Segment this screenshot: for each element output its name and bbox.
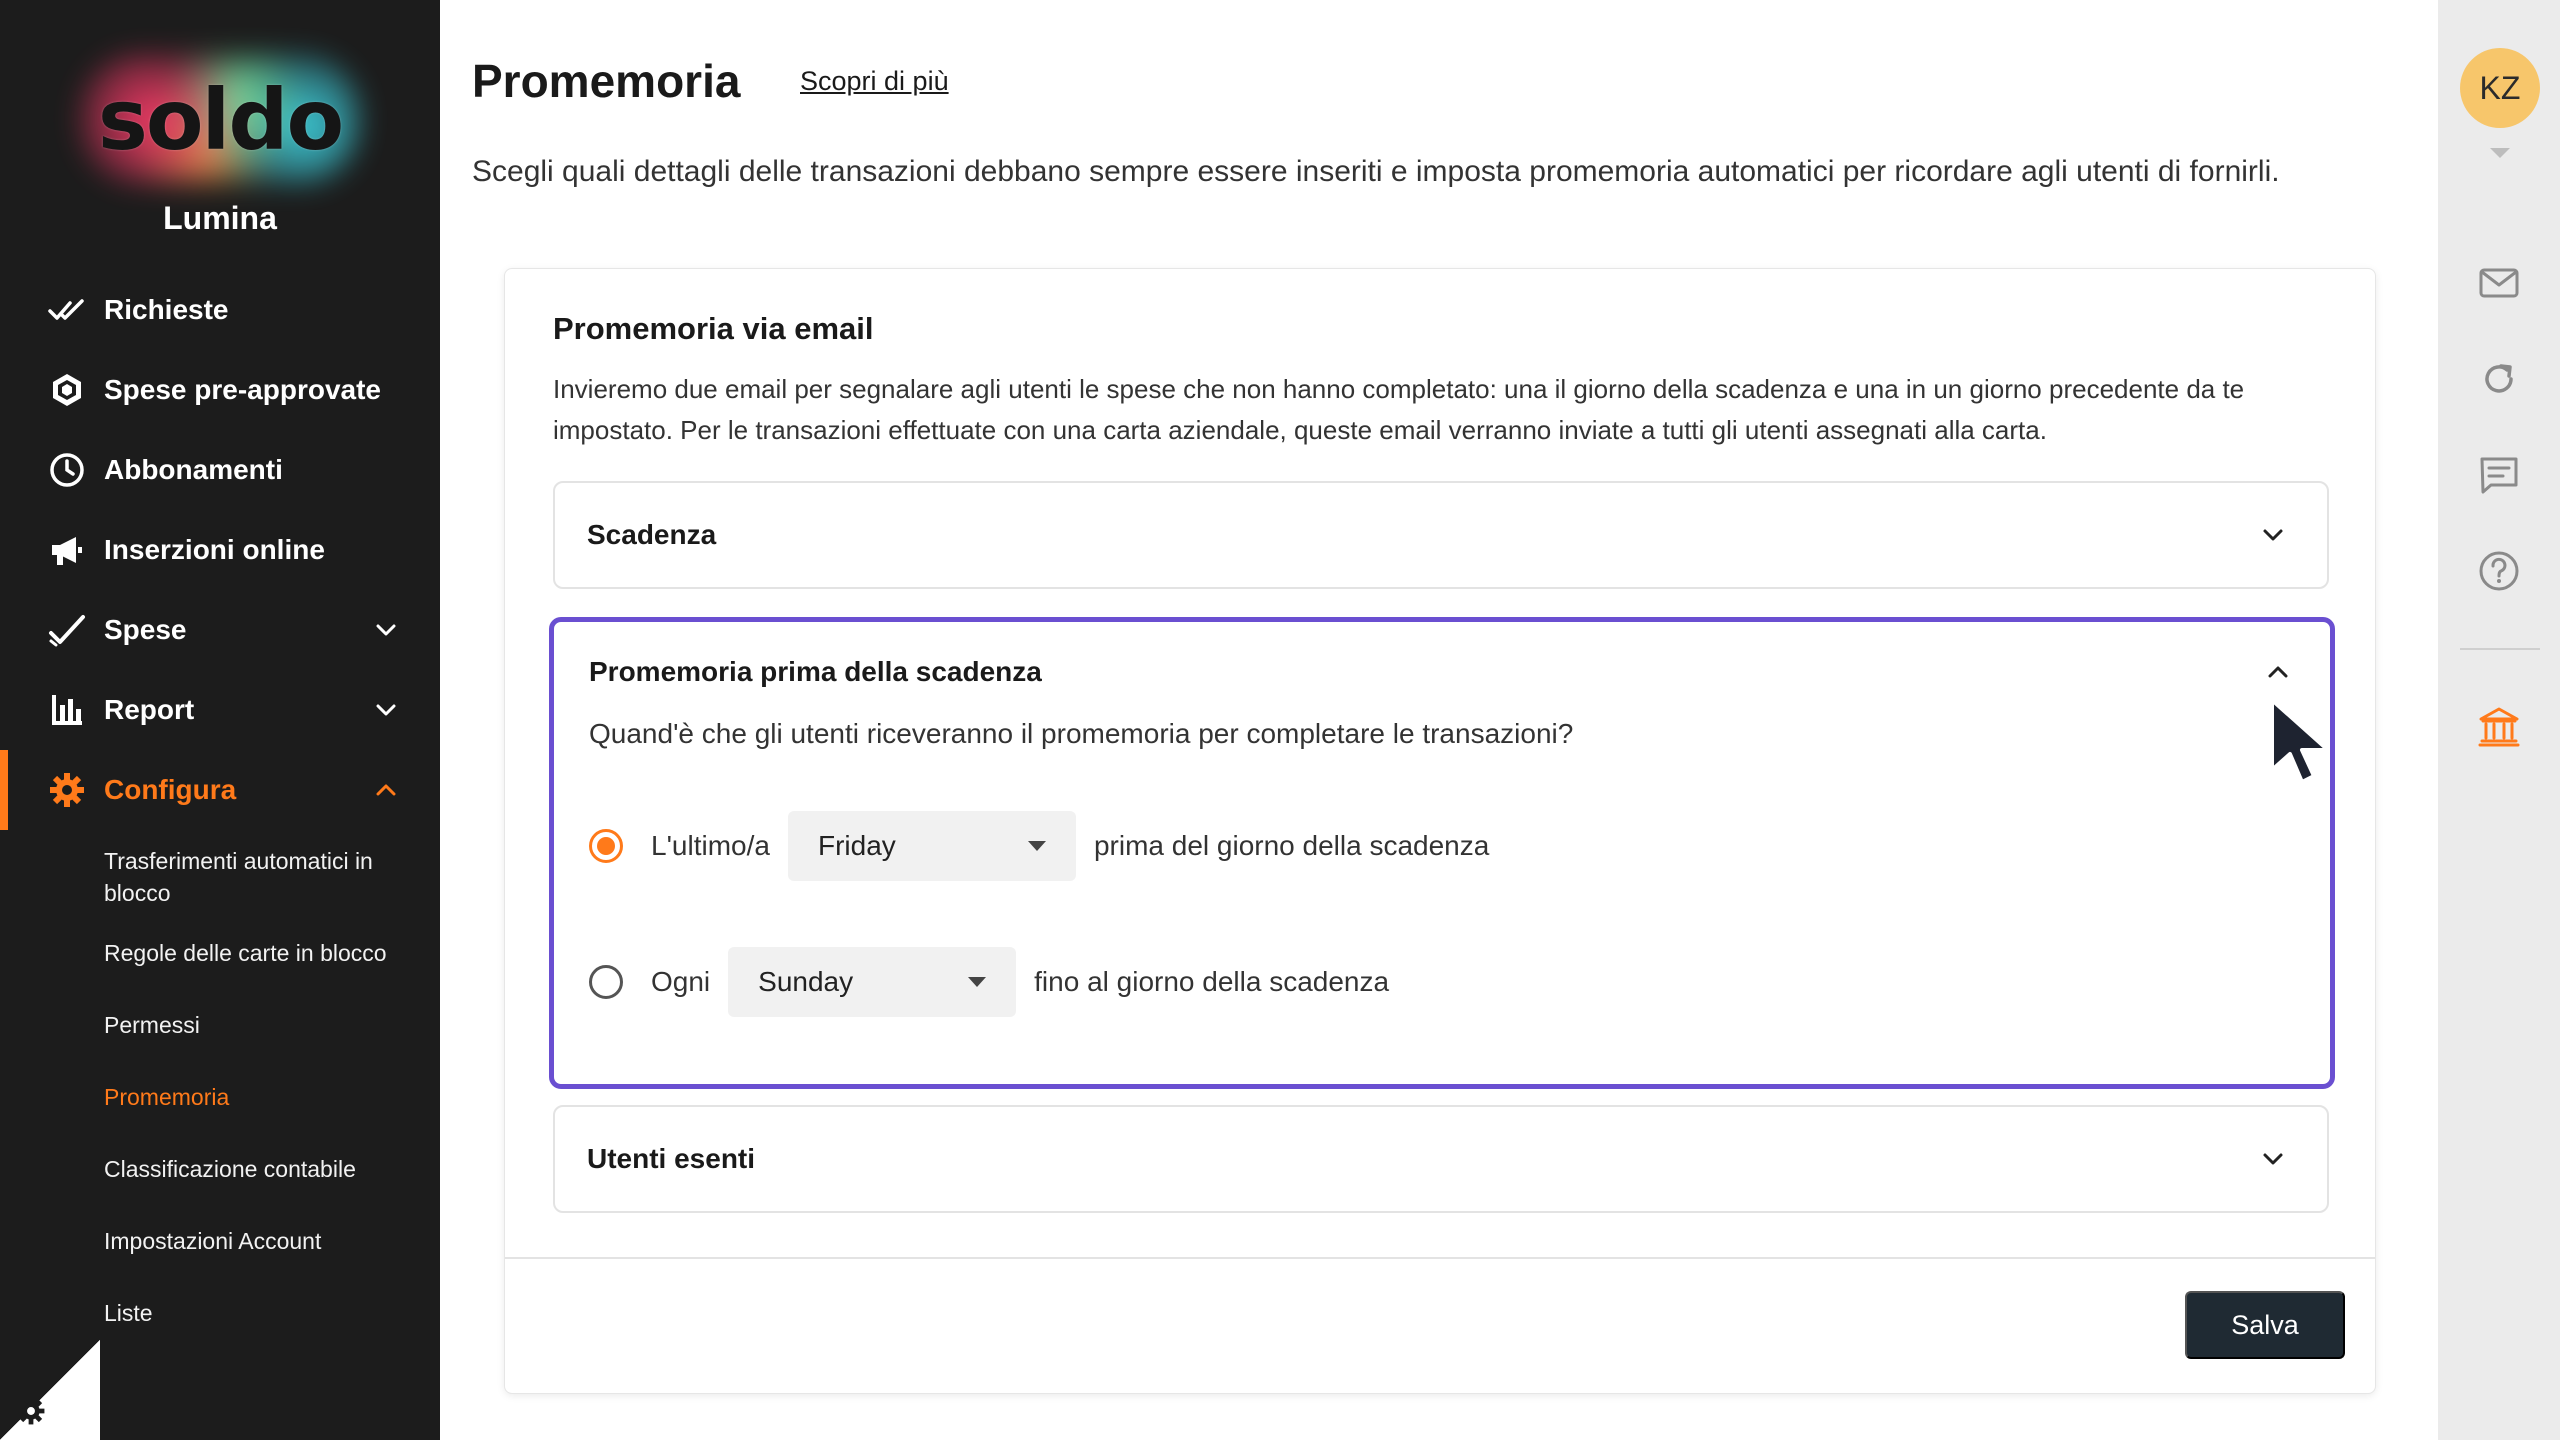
sidebar-item-report[interactable]: Report xyxy=(0,670,440,750)
bar-chart-icon xyxy=(48,691,86,729)
clock-icon xyxy=(48,451,86,489)
chevron-down-icon[interactable] xyxy=(2259,1145,2287,1173)
chevron-up-icon[interactable] xyxy=(2264,658,2292,686)
card-description: Invieremo due email per segnalare agli u… xyxy=(553,374,2245,445)
caret-down-icon xyxy=(1027,841,1046,851)
subnav-item-trasferimenti[interactable]: Trasferimenti automatici in blocco xyxy=(0,845,440,917)
sidebar-item-spese-pre-approvate[interactable]: Spese pre-approvate xyxy=(0,350,440,430)
refresh-icon[interactable] xyxy=(2476,356,2522,402)
radio-dot xyxy=(597,837,615,855)
email-reminders-card: Promemoria via email Invieremo due email… xyxy=(504,268,2376,1394)
right-rail: KZ xyxy=(2438,0,2560,1440)
chevron-up-icon[interactable] xyxy=(372,776,400,804)
sidebar-item-inserzioni-online[interactable]: Inserzioni online xyxy=(0,510,440,590)
sidebar: soldo Lumina Richieste Spese pre-approva… xyxy=(0,0,440,1440)
help-icon[interactable] xyxy=(2476,548,2522,594)
caret-down-icon[interactable] xyxy=(2490,148,2510,158)
radio-every[interactable] xyxy=(589,965,623,999)
rail-divider xyxy=(2460,648,2540,650)
gear-icon xyxy=(48,771,86,809)
mouse-cursor-icon xyxy=(2270,698,2330,784)
select-value: Friday xyxy=(817,830,896,861)
accordion-reminder: Promemoria prima della scadenza Quand'è … xyxy=(549,617,2335,1089)
settings-gear-icon xyxy=(17,1397,45,1425)
caret-down-icon xyxy=(968,977,987,987)
subnav-item-impostazioni[interactable]: Impostazioni Account xyxy=(0,1205,440,1277)
accordion-exempt-title: Utenti esenti xyxy=(587,1143,756,1174)
double-check-icon xyxy=(48,291,86,329)
subnav-item-regole-carte[interactable]: Regole delle carte in blocco xyxy=(0,917,440,989)
footer-divider xyxy=(505,1257,2375,1259)
subnav-item-promemoria[interactable]: Promemoria xyxy=(0,1061,440,1133)
sidebar-item-configura[interactable]: Configura xyxy=(0,750,440,830)
subnav-item-liste[interactable]: Liste xyxy=(0,1277,440,1349)
company-name: Lumina xyxy=(163,200,277,236)
brand-logo-text: soldo xyxy=(97,71,344,169)
accordion-deadline[interactable]: Scadenza xyxy=(553,481,2329,589)
page-title: Promemoria xyxy=(472,55,741,107)
sidebar-item-label: Inserzioni online xyxy=(104,534,325,565)
accordion-deadline-title: Scadenza xyxy=(587,519,717,550)
check-icon xyxy=(48,611,86,649)
main-content: Promemoria Scopri di più Scegli quali de… xyxy=(440,0,2438,1440)
sidebar-nav: Richieste Spese pre-approvate Abbonament… xyxy=(0,270,440,830)
mail-icon[interactable] xyxy=(2476,260,2522,306)
brand-logo[interactable]: soldo xyxy=(40,40,400,200)
sidebar-item-abbonamenti[interactable]: Abbonamenti xyxy=(0,430,440,510)
reminder-option-every: Ogni Sunday fino al giorno della scadenz… xyxy=(589,946,1389,1018)
weekday-select-last[interactable]: Friday xyxy=(787,811,1076,881)
learn-more-link[interactable]: Scopri di più xyxy=(800,66,949,97)
subnav-item-classificazione[interactable]: Classificazione contabile xyxy=(0,1133,440,1205)
accordion-reminder-title[interactable]: Promemoria prima della scadenza xyxy=(589,620,1042,724)
option-last-label: L'ultimo/a xyxy=(651,830,770,861)
configura-subnav: Trasferimenti automatici in blocco Regol… xyxy=(0,830,440,1349)
select-value: Sunday xyxy=(758,966,854,997)
sidebar-item-label: Configura xyxy=(104,774,237,805)
chevron-down-icon[interactable] xyxy=(2259,521,2287,549)
chat-icon[interactable] xyxy=(2476,452,2522,498)
reminder-option-last: L'ultimo/a Friday prima del giorno della… xyxy=(589,810,1489,882)
sidebar-item-label: Spese xyxy=(104,614,187,645)
card-title: Promemoria via email xyxy=(553,311,874,346)
weekday-select-every[interactable]: Sunday xyxy=(728,947,1017,1017)
sidebar-item-label: Richieste xyxy=(104,294,229,325)
page-description: Scegli quali dettagli delle transazioni … xyxy=(472,155,2280,188)
user-avatar[interactable]: KZ xyxy=(2460,48,2540,128)
settings-button[interactable] xyxy=(12,1392,50,1430)
hexagon-icon xyxy=(48,371,86,409)
subnav-item-permessi[interactable]: Permessi xyxy=(0,989,440,1061)
chevron-down-icon[interactable] xyxy=(372,696,400,724)
save-button[interactable]: Salva xyxy=(2185,1291,2345,1359)
sidebar-item-label: Report xyxy=(104,694,195,725)
chevron-down-icon[interactable] xyxy=(372,616,400,644)
option-every-label: Ogni xyxy=(651,966,711,997)
option-every-suffix: fino al giorno della scadenza xyxy=(1034,966,1390,997)
sidebar-item-label: Spese pre-approvate xyxy=(104,374,381,405)
bank-icon[interactable] xyxy=(2476,704,2522,750)
option-last-suffix: prima del giorno della scadenza xyxy=(1093,830,1490,861)
accordion-exempt-users[interactable]: Utenti esenti xyxy=(553,1105,2329,1213)
radio-last[interactable] xyxy=(589,829,623,863)
megaphone-icon xyxy=(48,531,86,569)
sidebar-item-spese[interactable]: Spese xyxy=(0,590,440,670)
reminder-question: Quand'è che gli utenti riceveranno il pr… xyxy=(589,718,1574,749)
sidebar-item-richieste[interactable]: Richieste xyxy=(0,270,440,350)
sidebar-item-label: Abbonamenti xyxy=(104,454,283,485)
